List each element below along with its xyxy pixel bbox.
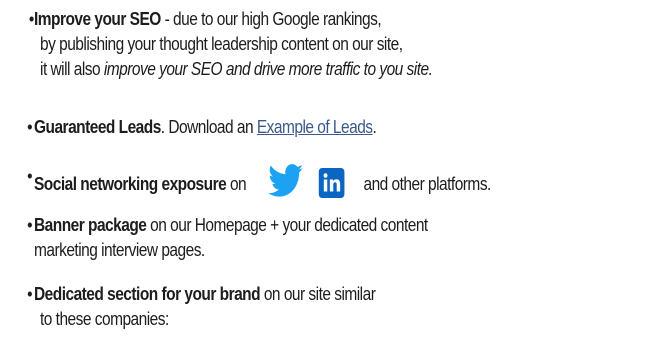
list-item-leads: • Guaranteed Leads. Download an Example … [27, 115, 565, 140]
item-title: Dedicated section for your brand [34, 284, 261, 304]
list-item-seo: • Improve your SEO - due to our high Goo… [29, 7, 565, 82]
item-text: on [226, 174, 247, 194]
item-title: Banner package [34, 215, 147, 235]
item-text-tail: and other platforms. [359, 174, 491, 194]
bullet: • [27, 117, 33, 137]
bullet: • [28, 9, 34, 29]
feature-list: • Improve your SEO - due to our high Goo… [0, 0, 652, 344]
item-text: on our Homepage + your dedicated content [146, 215, 428, 235]
example-of-leads-link[interactable]: Example of Leads [257, 117, 373, 137]
bullet: • [27, 284, 33, 304]
item-text: it will also [40, 59, 104, 79]
item-line-1: Social networking exposure on and other … [34, 164, 565, 198]
item-line-3: it will also improve your SEO and drive … [34, 57, 565, 82]
item-line-2: to these companies: [40, 309, 169, 329]
item-text-tail: . [372, 117, 377, 137]
item-line-1: Dedicated section for your brand on our … [34, 282, 565, 307]
bullet: • [27, 215, 33, 235]
item-italic-text: improve your SEO and drive more traffic … [103, 59, 433, 79]
item-title: Guaranteed Leads [34, 117, 161, 137]
item-text: on our site similar [260, 284, 376, 304]
item-title: Improve your SEO [34, 9, 161, 29]
item-line-1: Improve your SEO - due to our high Googl… [34, 7, 565, 32]
list-item-social: • Social networking exposure on and othe… [27, 164, 565, 198]
list-item-banner: • Banner package on our Homepage + your … [27, 213, 565, 263]
item-line-1: Banner package on our Homepage + your de… [34, 213, 565, 238]
item-line-2: marketing interview pages. [34, 240, 205, 260]
item-title: Social networking exposure [34, 174, 227, 194]
list-item-dedicated-section: • Dedicated section for your brand on ou… [27, 282, 565, 332]
item-text: . Download an [160, 117, 257, 137]
bullet: • [27, 166, 33, 186]
linkedin-icon[interactable] [318, 168, 345, 198]
item-text: - due to our high Google rankings, [160, 9, 382, 29]
item-line-1: Guaranteed Leads. Download an Example of… [34, 115, 565, 140]
twitter-icon[interactable] [262, 164, 310, 198]
item-line-2: by publishing your thought leadership co… [40, 34, 403, 54]
